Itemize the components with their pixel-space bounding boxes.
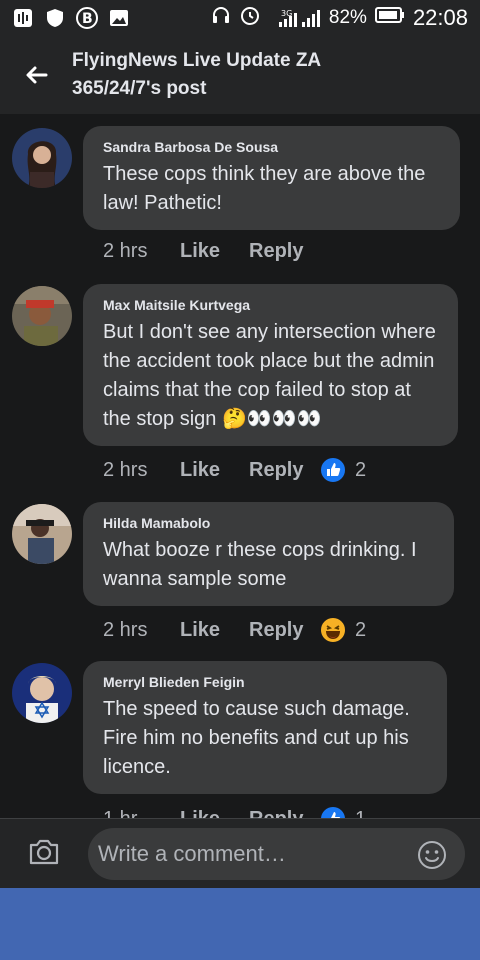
battery-icon	[374, 6, 405, 30]
reaction-summary[interactable]: 2	[319, 456, 366, 484]
comment-actions: 2 hrs Like Reply 2	[103, 456, 366, 484]
battery-percent: 82%	[328, 7, 367, 28]
reply-button[interactable]: Reply	[249, 240, 319, 263]
reply-button[interactable]: Reply	[249, 808, 319, 819]
page-subtitle: 365/24/7's post	[72, 78, 207, 99]
comment-actions: 2 hrs Like Reply	[103, 240, 319, 263]
reaction-summary[interactable]: 2	[319, 616, 366, 644]
like-reaction-icon	[319, 456, 347, 484]
image-icon	[108, 7, 130, 29]
comment-time[interactable]: 2 hrs	[103, 459, 180, 482]
back-arrow-icon	[26, 66, 48, 84]
reaction-count: 1	[355, 808, 366, 819]
like-reaction-icon	[319, 805, 347, 818]
comment-text: What booze r these cops drinking. I wann…	[103, 539, 417, 590]
comment-emojis: 🤔👀👀👀	[221, 408, 322, 430]
post-header: FlyingNews Live Update ZA 365/24/7's pos…	[0, 36, 480, 114]
haha-reaction-icon	[319, 616, 347, 644]
comment-time[interactable]: 2 hrs	[103, 619, 180, 642]
avatar[interactable]	[12, 286, 72, 346]
emoji-icon	[418, 841, 446, 869]
camera-button[interactable]	[28, 838, 60, 871]
clock-time: 22:08	[412, 5, 468, 30]
comment-time[interactable]: 2 hrs	[103, 240, 180, 263]
page-title: FlyingNews Live Update ZA	[72, 50, 322, 71]
comment-bubble[interactable]: Merryl Blieden Feigin The speed to cause…	[83, 661, 447, 794]
comment-author[interactable]: Max Maitsile Kurtvega	[103, 296, 438, 314]
bottom-navigation-bar	[0, 888, 480, 960]
comments-list[interactable]: Sandra Barbosa De Sousa These cops think…	[0, 114, 480, 818]
comment-bubble[interactable]: Sandra Barbosa De Sousa These cops think…	[83, 126, 460, 230]
bitcoin-icon: B	[76, 7, 98, 29]
comment-bubble[interactable]: Max Maitsile Kurtvega But I don't see an…	[83, 284, 458, 446]
alarm-icon	[239, 4, 261, 32]
reaction-count: 2	[355, 618, 367, 641]
comment-time[interactable]: 1 hr	[103, 808, 180, 819]
comment-bubble[interactable]: Hilda Mamabolo What booze r these cops d…	[83, 502, 454, 606]
avatar[interactable]	[12, 663, 72, 723]
comment-actions: 1 hr Like Reply 1	[103, 805, 366, 818]
like-button[interactable]: Like	[180, 808, 249, 819]
comment-author[interactable]: Merryl Blieden Feigin	[103, 673, 427, 691]
comment-input-placeholder: Write a comment…	[98, 841, 286, 866]
comment-input[interactable]: Write a comment…	[88, 828, 465, 880]
reaction-count: 2	[355, 458, 367, 481]
reply-button[interactable]: Reply	[249, 459, 319, 482]
comment-author[interactable]: Hilda Mamabolo	[103, 514, 434, 532]
avatar[interactable]	[12, 504, 72, 564]
like-button[interactable]: Like	[180, 459, 249, 482]
audio-app-icon	[12, 7, 34, 29]
svg-text:B: B	[82, 11, 93, 27]
comment-composer: Write a comment…	[0, 818, 480, 888]
reply-button[interactable]: Reply	[249, 619, 319, 642]
comment-actions: 2 hrs Like Reply 2	[103, 616, 366, 644]
back-button[interactable]	[0, 36, 72, 114]
comment-author[interactable]: Sandra Barbosa De Sousa	[103, 138, 440, 156]
shield-icon	[44, 7, 66, 29]
like-button[interactable]: Like	[180, 240, 249, 263]
reaction-summary[interactable]: 1	[319, 805, 366, 818]
avatar[interactable]	[12, 128, 72, 188]
comment-text: These cops think they are above the law!…	[103, 163, 426, 214]
like-button[interactable]: Like	[180, 619, 249, 642]
camera-icon	[29, 839, 59, 865]
status-bar: B 3G 82% 22:08	[0, 0, 480, 36]
signal-icon: 3G	[269, 8, 321, 28]
emoji-button[interactable]	[417, 840, 447, 876]
headphones-icon	[211, 5, 231, 31]
comment-text: The speed to cause such damage. Fire him…	[103, 698, 410, 778]
